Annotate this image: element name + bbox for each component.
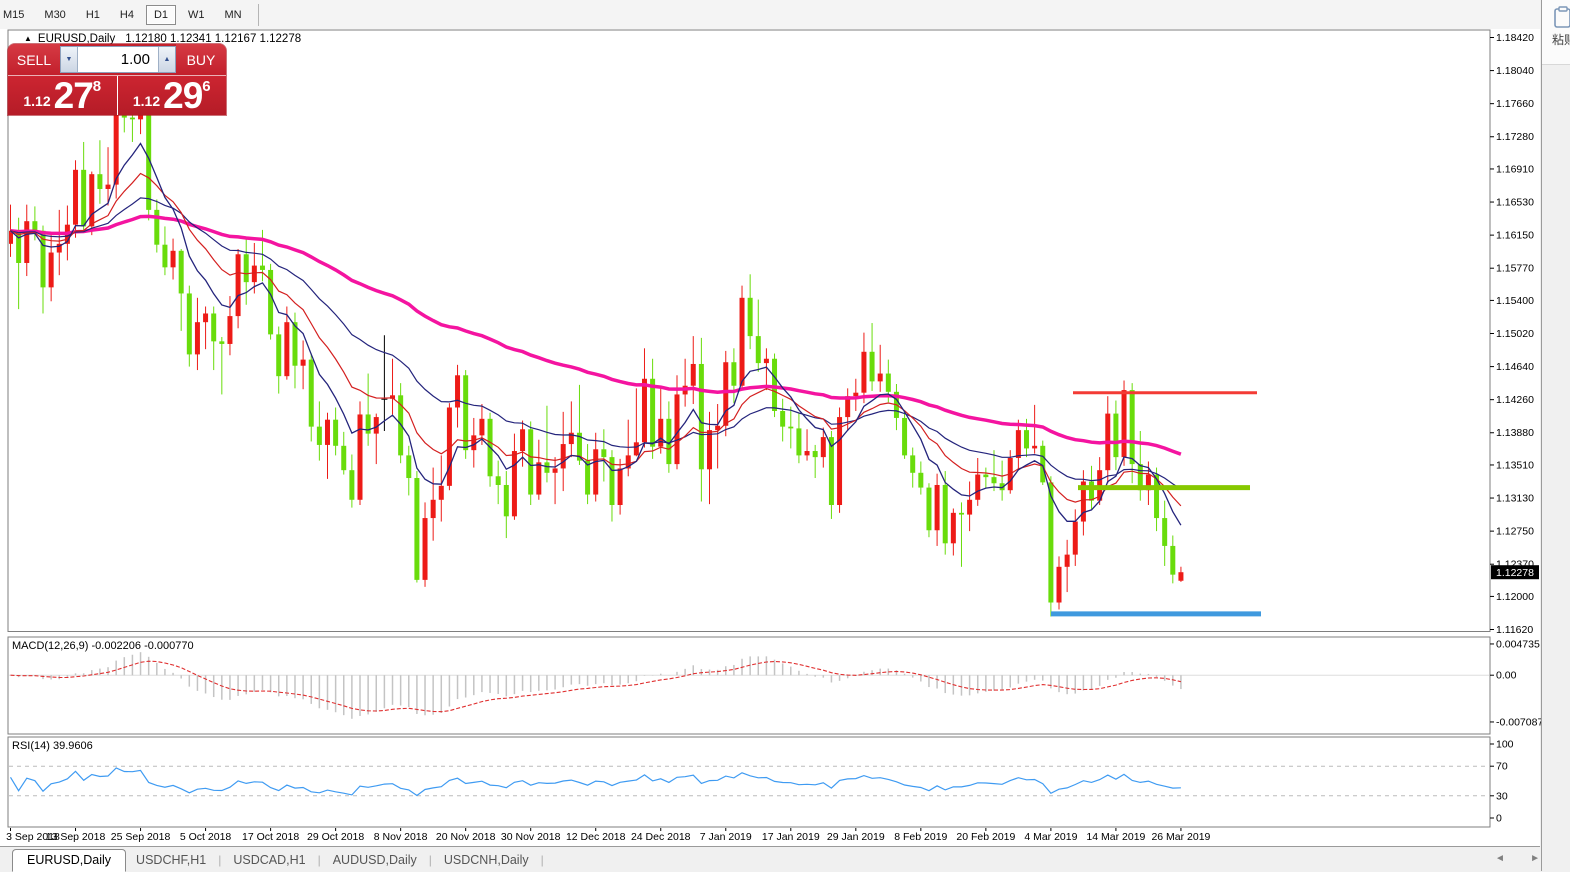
sell-button[interactable]: SELL — [8, 44, 60, 75]
mt4-window: M15M30H1H4D1W1MN 1.184201.180401.176601.… — [0, 0, 1570, 871]
external-window-fragment: 粘贴 — [1541, 0, 1570, 871]
macd-name: MACD(12,26,9) — [12, 640, 88, 652]
buy-price-prefix: 1.12 — [133, 93, 160, 109]
sell-price-sup: 8 — [93, 78, 101, 95]
volume-input[interactable] — [78, 47, 158, 72]
buy-price-sup: 6 — [202, 78, 210, 95]
paste-button[interactable]: 粘贴 — [1552, 31, 1570, 48]
macd-label: MACD(12,26,9) -0.002206 -0.000770 — [12, 640, 194, 652]
sell-price-box[interactable]: 1.12 27 8 — [8, 76, 118, 115]
tab-USDCAD-H1[interactable]: USDCAD,H1 — [223, 850, 315, 871]
tab-USDCHF-H1[interactable]: USDCHF,H1 — [126, 850, 216, 871]
volume-spinner: ▼ ▲ — [60, 46, 176, 73]
tab-divider: | — [427, 850, 434, 871]
timeframe-M15[interactable]: M15 — [0, 5, 32, 25]
trade-prices-row: 1.12 27 8 1.12 29 6 — [8, 76, 226, 115]
timeframe-H4[interactable]: H4 — [112, 5, 142, 25]
triangle-up-icon: ▲ — [164, 56, 171, 63]
rsi-value: 39.9606 — [53, 740, 93, 752]
chart-tab-bar: EURUSD,DailyUSDCHF,H1|USDCAD,H1|AUDUSD,D… — [0, 846, 1540, 871]
volume-decrease-button[interactable]: ▼ — [61, 47, 78, 72]
tab-divider: | — [216, 850, 223, 871]
volume-increase-button[interactable]: ▲ — [158, 47, 175, 72]
scroll-left-icon[interactable]: ◄ — [1495, 853, 1505, 864]
buy-price-big: 29 — [163, 79, 202, 113]
timeframe-H1[interactable]: H1 — [78, 5, 108, 25]
timeframe-M30[interactable]: M30 — [36, 5, 73, 25]
collapse-arrow-icon[interactable]: ▲ — [24, 34, 32, 43]
external-ribbon-fragment: 粘贴 — [1542, 0, 1570, 65]
chart-region[interactable] — [0, 29, 1540, 846]
sell-price-prefix: 1.12 — [23, 93, 50, 109]
triangle-down-icon: ▼ — [66, 56, 73, 63]
tab-divider: | — [316, 850, 323, 871]
sell-price-big: 27 — [54, 79, 93, 113]
tab-USDCNH-Daily[interactable]: USDCNH,Daily — [434, 850, 539, 871]
tab-divider: | — [539, 850, 546, 871]
timeframe-D1[interactable]: D1 — [146, 5, 176, 25]
rsi-label: RSI(14) 39.9606 — [12, 740, 93, 752]
trade-controls-row: SELL ▼ ▲ BUY — [8, 44, 226, 76]
horizontal-scrollbar: ◄ ► — [1495, 849, 1540, 867]
timeframe-W1[interactable]: W1 — [180, 5, 213, 25]
tab-AUDUSD-Daily[interactable]: AUDUSD,Daily — [323, 850, 427, 871]
clipboard-icon — [1554, 6, 1570, 28]
buy-button[interactable]: BUY — [176, 44, 226, 75]
timeframe-MN[interactable]: MN — [217, 5, 250, 25]
tab-EURUSD-Daily[interactable]: EURUSD,Daily — [12, 849, 126, 872]
rsi-name: RSI(14) — [12, 740, 50, 752]
toolbar-separator — [258, 4, 259, 26]
timeframe-toolbar: M15M30H1H4D1W1MN — [0, 0, 1540, 30]
scroll-right-icon[interactable]: ► — [1530, 853, 1540, 864]
buy-price-box[interactable]: 1.12 29 6 — [118, 76, 227, 115]
one-click-trading-panel: SELL ▼ ▲ BUY 1.12 27 8 1.12 29 6 — [8, 44, 226, 115]
macd-values: -0.002206 -0.000770 — [91, 640, 193, 652]
